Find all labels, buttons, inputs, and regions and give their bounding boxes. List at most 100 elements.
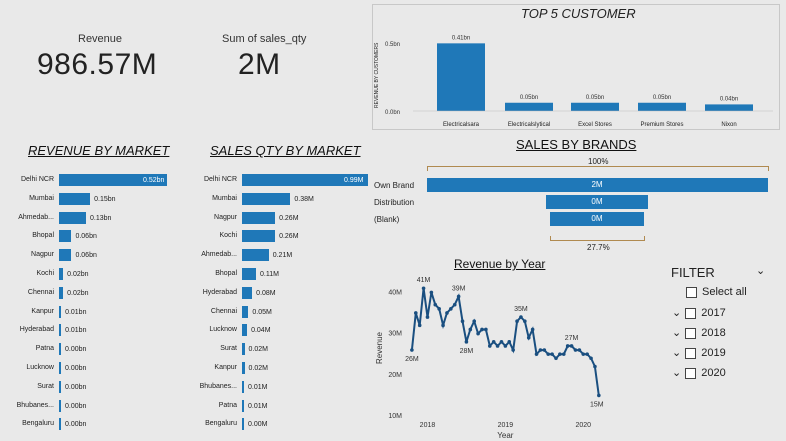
market-bar[interactable] — [242, 268, 256, 280]
market-bar[interactable] — [242, 305, 249, 318]
filter-item[interactable]: ⌄ 2020 — [672, 366, 726, 379]
brand-bar[interactable]: 0M — [545, 195, 649, 209]
filter-item-label: 2020 — [701, 367, 726, 379]
filter-checkbox[interactable] — [685, 347, 697, 359]
market-bar[interactable] — [242, 399, 244, 412]
market-bar[interactable] — [242, 211, 276, 224]
revenue-point — [565, 344, 570, 348]
market-bar[interactable] — [242, 343, 245, 356]
brand-bar[interactable]: 0M — [549, 212, 645, 226]
expand-chevron-icon[interactable]: ⌄ — [672, 307, 681, 319]
filter-checkbox[interactable] — [685, 327, 697, 339]
brands-top-percent: 100% — [588, 157, 609, 166]
market-bar[interactable] — [59, 268, 64, 280]
revenue-point — [410, 348, 414, 352]
data-label: 27M — [565, 335, 579, 342]
top5-customer-label: Premium Stores — [640, 122, 683, 128]
market-bar[interactable] — [59, 343, 61, 356]
revenue-point — [542, 348, 547, 352]
brand-label: (Blank) — [374, 215, 400, 224]
market-bar[interactable] — [59, 192, 91, 205]
market-bar[interactable] — [242, 286, 253, 299]
revenue-point — [421, 286, 426, 291]
revenue-point — [573, 348, 578, 352]
filter-title: FILTER — [671, 265, 715, 280]
revenue-kpi-label: Revenue — [78, 33, 123, 45]
market-value-label: 0.00bn — [65, 421, 87, 429]
top5-value-label: 0.05bn — [520, 95, 538, 101]
top5-customer-label: Nixon — [721, 122, 736, 128]
filter-checkbox[interactable] — [685, 367, 697, 379]
market-value-label: 0.15bn — [94, 195, 116, 203]
market-bar[interactable] — [242, 192, 291, 205]
market-bar[interactable] — [59, 249, 72, 262]
market-label: Ahmedab... — [201, 251, 237, 259]
market-bar[interactable] — [242, 362, 245, 374]
market-bar[interactable] — [59, 305, 62, 318]
filter-panel: FILTER ⌄ Select all ⌄ 2017 ⌄ 2018 ⌄ 2019 ⌄ 2020 — [670, 262, 780, 387]
revenue-point — [589, 356, 593, 361]
qty-kpi-label: Sum of sales_qty — [222, 33, 307, 45]
market-value-label: 0.02M — [248, 346, 268, 354]
market-bar[interactable] — [242, 324, 248, 337]
expand-chevron-icon[interactable]: ⌄ — [672, 327, 681, 339]
market-bar[interactable] — [59, 380, 61, 393]
brand-value-label: 0M — [591, 197, 603, 206]
y-tick-label: 20M — [388, 372, 402, 379]
market-bar[interactable] — [242, 249, 269, 262]
x-axis-label: Year — [497, 431, 514, 440]
top5-bar — [638, 102, 686, 111]
revenue-point — [558, 352, 562, 356]
sales-qty-by-market-title: SALES QTY BY MARKET — [210, 143, 361, 158]
brands-bottom-percent: 27.7% — [587, 243, 610, 252]
revenue-point — [487, 344, 492, 348]
revenue-point — [480, 327, 484, 332]
revenue-point — [417, 323, 422, 328]
revenue-point — [476, 331, 480, 336]
market-label: Kanpur — [31, 307, 54, 315]
market-bar[interactable] — [242, 230, 276, 243]
revenue-point — [452, 302, 457, 307]
expand-chevron-icon[interactable]: ⌄ — [672, 367, 681, 379]
filter-item-label: 2017 — [701, 307, 726, 319]
market-value-label: 0.04M — [251, 327, 271, 335]
market-bar[interactable] — [242, 380, 244, 393]
market-value-label: 0.00bn — [65, 402, 87, 410]
market-label: Surat — [37, 382, 54, 390]
market-value-label: 0.00bn — [65, 365, 87, 372]
market-label: Kanpur — [214, 364, 237, 371]
revenue-point — [464, 340, 469, 344]
filter-item[interactable]: ⌄ 2017 — [672, 306, 726, 319]
market-bar[interactable] — [59, 399, 61, 412]
revenue-point — [445, 311, 449, 315]
filter-checkbox[interactable] — [685, 307, 697, 319]
revenue-point — [495, 344, 500, 348]
market-label: Bhubanes... — [199, 382, 237, 390]
filter-item[interactable]: ⌄ 2019 — [672, 346, 726, 359]
market-label: Lucknow — [26, 364, 54, 371]
market-bar[interactable] — [242, 418, 244, 431]
filter-checkbox[interactable] — [686, 286, 697, 298]
market-bar[interactable] — [59, 211, 86, 224]
filter-item[interactable]: Select all — [686, 286, 747, 298]
expand-chevron-icon[interactable]: ⌄ — [672, 347, 681, 359]
top5-tick: 0.5bn — [385, 42, 400, 48]
market-bar[interactable] — [59, 324, 62, 337]
brand-bar[interactable]: 2M — [426, 178, 768, 192]
market-bar[interactable] — [59, 286, 64, 299]
market-value-label: 0.26M — [279, 214, 299, 222]
market-bar[interactable] — [59, 418, 61, 431]
top5-bar — [571, 102, 619, 111]
market-bar[interactable] — [59, 230, 72, 243]
market-value-label: 0.21M — [272, 252, 293, 260]
revenue-point — [546, 352, 551, 356]
data-label: 39M — [452, 285, 466, 292]
y-tick-label: 40M — [388, 289, 402, 296]
brand-value-label: 2M — [591, 180, 603, 189]
top5-value-label: 0.41bn — [452, 35, 470, 41]
filter-item[interactable]: ⌄ 2018 — [672, 326, 726, 339]
market-label: Mumbai — [29, 194, 54, 202]
y-axis-label: Revenue — [375, 331, 384, 364]
filter-collapse-icon[interactable]: ⌄ — [756, 264, 765, 277]
market-bar[interactable] — [59, 362, 61, 374]
